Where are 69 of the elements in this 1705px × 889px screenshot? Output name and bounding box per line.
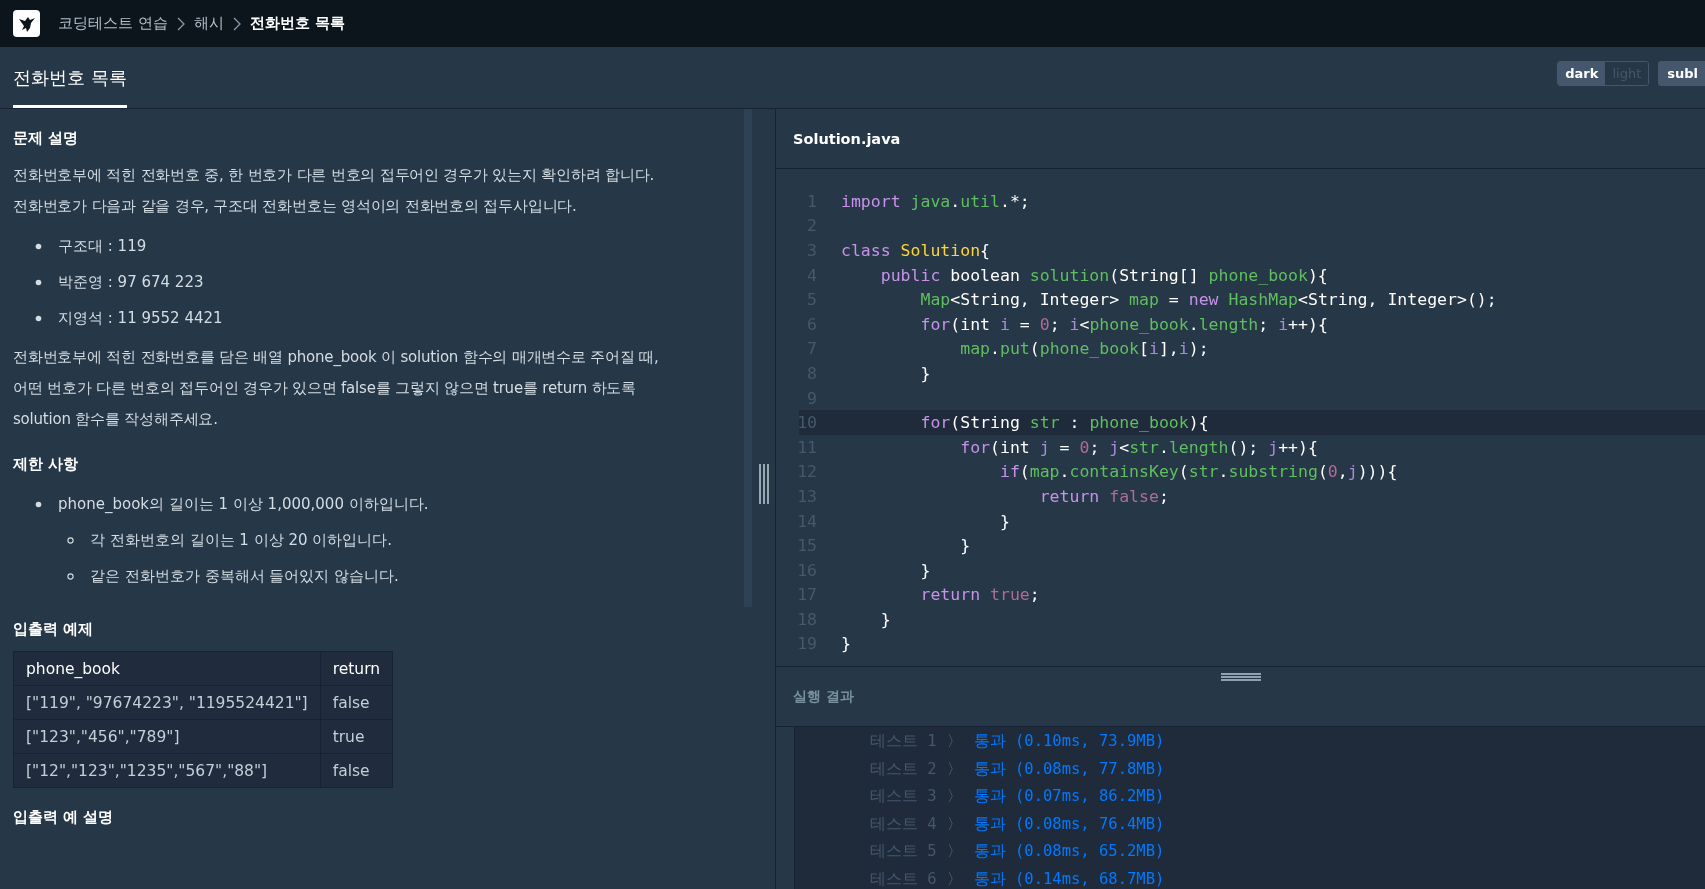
test-result: 통과 (0.07ms, 86.2MB) — [973, 786, 1165, 808]
code-line: map.put(phone_book[i],i); — [959, 339, 1209, 359]
breadcrumb-link[interactable]: 해시 — [193, 14, 224, 33]
bullet-icon — [67, 572, 74, 580]
arrow-glyph: 〉 — [946, 842, 962, 862]
list-item-text: 구조대 : 119 — [58, 236, 147, 257]
bullet-icon — [67, 536, 74, 544]
paragraph: 전화번호부에 적힌 전화번호를 담은 배열 phone_book 이 solution 함수의 매개변수로 주어질 때, 어떤 번호가 다른 번호의 접두어인 경우가 있으면 false를 그렇지 않으면 true를 return 하도록 solution 함수를 작성해주세요. — [13, 347, 660, 430]
test-result: 통과 (0.14ms, 68.7MB) — [973, 868, 1165, 889]
table-cell: ["119", "97674223", "1195524421"] — [13, 685, 321, 720]
section-heading: 입출력 예 설명 — [13, 808, 115, 827]
table-cell: false — [320, 685, 393, 720]
code-line: return true; — [919, 585, 1040, 605]
resize-handle-icon[interactable] — [757, 464, 770, 504]
code-line: for(int i = 0; i<phone_book.length; i++){ — [919, 314, 1328, 334]
breadcrumb-link[interactable]: 전화번호 목록 — [249, 14, 345, 33]
code-line: } — [919, 363, 931, 383]
list-item-text: phone_book의 길이는 1 이상 1,000,000 이하입니다. — [58, 494, 429, 515]
chevron-right-icon — [176, 16, 185, 31]
list-item-text: 지영석 : 11 9552 4421 — [58, 308, 223, 329]
chevron-right-icon — [232, 16, 241, 31]
code-line: for(String str : phone_book){ — [919, 413, 1209, 433]
arrow-glyph: 〉 — [946, 787, 962, 807]
test-result: 통과 (0.10ms, 73.9MB) — [973, 731, 1165, 753]
bullet-icon — [35, 314, 42, 322]
code-line: import java.util.*; — [841, 191, 1030, 211]
theme-toggle-button[interactable]: dark — [1558, 62, 1606, 85]
section-heading: 문제 설명 — [13, 129, 80, 148]
tab[interactable]: 전화번호 목록 — [13, 51, 127, 108]
section-heading: 제한 사항 — [13, 455, 80, 474]
table-header-cell: return — [320, 651, 393, 686]
code-line: } — [841, 634, 851, 654]
code-line: } — [919, 560, 931, 580]
logo-icon[interactable] — [13, 10, 40, 37]
code-line: class Solution{ — [841, 241, 990, 260]
code-line: for(int j = 0; j<str.length(); j++){ — [959, 437, 1318, 457]
test-result: 통과 (0.08ms, 77.8MB) — [973, 758, 1165, 780]
bullet-icon — [35, 500, 42, 508]
code-line: Map<String, Integer> map = new HashMap<String, Integer>(); — [919, 290, 1497, 310]
code-line: public boolean solution(String[] phone_book){ — [879, 265, 1328, 285]
bullet-icon — [35, 278, 42, 286]
file-name[interactable]: Solution.java — [793, 130, 901, 147]
resize-handle-icon[interactable] — [1220, 672, 1261, 682]
code-line: return false; — [1038, 486, 1169, 506]
results-title: 실행 결과 — [793, 688, 855, 706]
table-cell: ["12","123","1235","567","88"] — [13, 753, 321, 788]
section-heading: 입출력 예제 — [13, 620, 95, 639]
code-line: if(map.containsKey(str.substring(0,j))){ — [998, 462, 1398, 482]
test-result: 통과 (0.08ms, 76.4MB) — [973, 813, 1165, 835]
table-cell: ["123","456","789"] — [13, 719, 321, 754]
list-item-text: 박준영 : 97 674 223 — [58, 272, 204, 293]
list-item-text: 각 전화번호의 길이는 1 이상 20 이하입니다. — [90, 530, 392, 551]
table-cell: true — [320, 719, 393, 754]
arrow-glyph: 〉 — [946, 759, 962, 779]
arrow-glyph: 〉 — [946, 732, 962, 752]
breadcrumb-link[interactable]: 코딩테스트 연습 — [58, 14, 168, 33]
submit-button[interactable]: subl — [1658, 61, 1705, 86]
paragraph: 전화번호부에 적힌 전화번호 중, 한 번호가 다른 번호의 접두어인 경우가 있는지 확인하려 합니다. 전화번호가 다음과 같을 경우, 구조대 전화번호는 영석이의 전화번호의 접두사입니다. — [13, 165, 656, 217]
arrow-glyph: 〉 — [946, 814, 962, 834]
test-result: 통과 (0.08ms, 65.2MB) — [973, 841, 1165, 863]
table-cell: false — [320, 753, 393, 788]
code-line: } — [879, 609, 891, 629]
code-line: } — [998, 511, 1010, 531]
scrollbar-thumb[interactable] — [744, 109, 752, 607]
table-header-cell: phone_book — [13, 651, 321, 686]
arrow-glyph: 〉 — [946, 869, 962, 889]
code-line: } — [959, 536, 971, 556]
bullet-icon — [35, 242, 42, 250]
list-item-text: 같은 전화번호가 중복해서 들어있지 않습니다. — [90, 566, 399, 587]
